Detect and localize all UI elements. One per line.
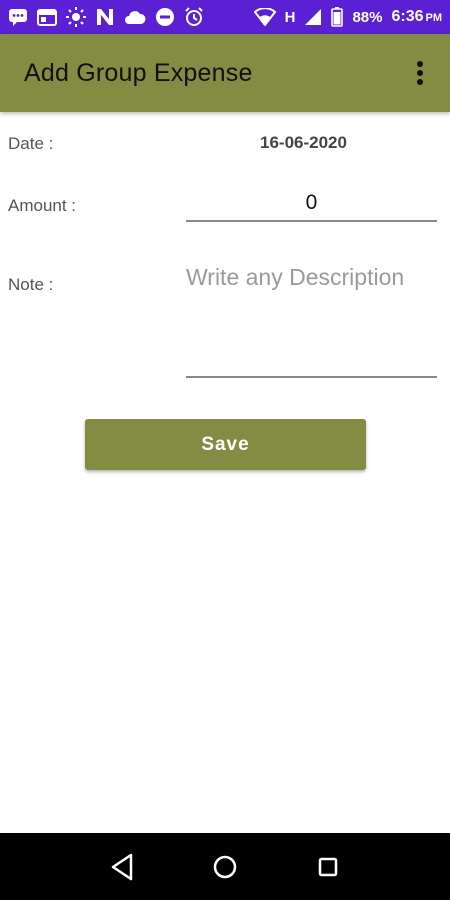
recents-button[interactable] xyxy=(308,847,348,887)
alarm-icon xyxy=(184,7,204,27)
more-vert-icon xyxy=(417,61,423,85)
battery-percent: 88% xyxy=(352,8,383,26)
recents-icon xyxy=(319,857,338,876)
n-icon xyxy=(95,8,115,26)
wifi-icon xyxy=(253,8,276,26)
page-title: Add Group Expense xyxy=(24,58,253,87)
status-right: H 88% 6:36 PM xyxy=(253,7,442,27)
date-label: Date : xyxy=(8,134,54,153)
amount-label: Amount : xyxy=(8,196,77,215)
clock-ampm: PM xyxy=(425,12,443,24)
status-bar: H 88% 6:36 PM xyxy=(0,0,450,34)
clock: 6:36 PM xyxy=(391,8,442,26)
overflow-menu-button[interactable] xyxy=(410,58,430,88)
brightness-icon xyxy=(66,7,86,27)
back-button[interactable] xyxy=(102,847,142,887)
battery-icon xyxy=(331,7,344,27)
back-icon xyxy=(111,853,132,880)
clock-time: 6:36 xyxy=(391,8,424,25)
note-input[interactable] xyxy=(186,262,437,378)
home-button[interactable] xyxy=(205,847,245,887)
nav-bar xyxy=(0,833,450,900)
calendar-icon xyxy=(37,8,57,26)
network-type: H xyxy=(284,8,296,26)
app-bar: Add Group Expense xyxy=(0,34,450,112)
note-label: Note : xyxy=(8,275,54,294)
home-icon xyxy=(213,855,237,878)
amount-input[interactable] xyxy=(186,186,437,222)
cloud-icon xyxy=(124,9,146,25)
date-value[interactable]: 16-06-2020 xyxy=(260,133,347,153)
chat-icon xyxy=(8,8,28,26)
signal-icon xyxy=(304,8,322,26)
status-left xyxy=(8,7,204,27)
save-button[interactable]: Save xyxy=(85,419,366,470)
dnd-icon xyxy=(155,7,175,27)
